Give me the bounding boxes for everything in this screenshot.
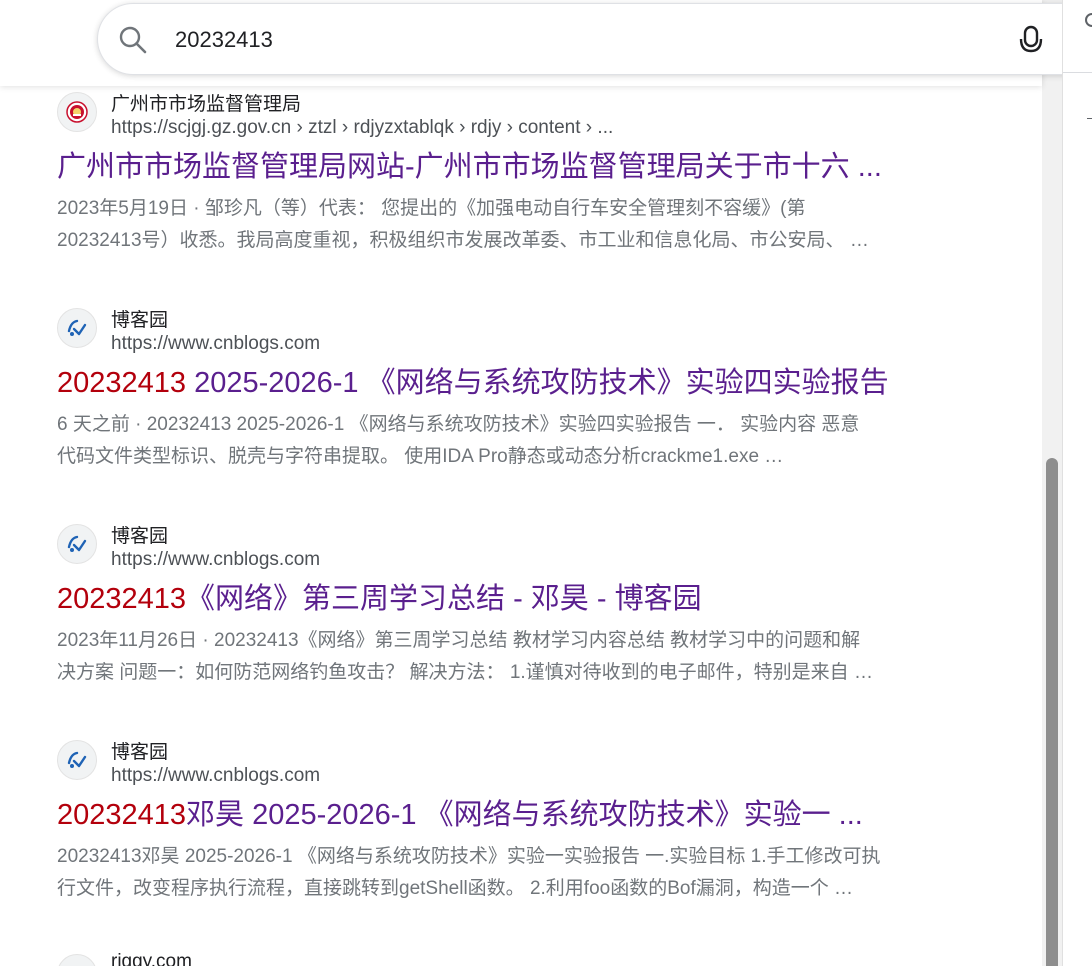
gov-emblem-icon: [57, 92, 97, 132]
result-source[interactable]: 博客园 https://www.cnblogs.com: [57, 738, 987, 794]
snippet-line: 行文件，改变程序执行流程，直接跳转到getShell函数。 2.利用foo函数的…: [57, 878, 853, 899]
search-result: 博客园 https://www.cnblogs.com 20232413邓昊 2…: [57, 738, 987, 905]
snippet-line: 20232413邓昊 2025-2026-1 《网络与系统攻防技术》实验一实验报…: [57, 846, 881, 867]
site-url: https://www.cnblogs.com: [111, 333, 321, 354]
cnblogs-logo-icon: [57, 740, 97, 780]
search-icon[interactable]: [118, 25, 148, 55]
snippet-line: 6 天之前 · 20232413 2025-2026-1 《网络与系统攻防技术》…: [57, 414, 860, 435]
site-name: 博客园: [111, 526, 169, 547]
snippet-line: 2023年11月26日 · 20232413《网络》第三周学习总结 教材学习内容…: [57, 630, 861, 651]
search-header: [0, 0, 1088, 86]
result-source[interactable]: 广州市市场监督管理局 https://scjgj.gz.gov.cn › ztz…: [57, 90, 987, 146]
site-url: https://scjgj.gz.gov.cn › ztzl › rdjyzxt…: [111, 117, 614, 138]
result-title-link[interactable]: 20232413 2025-2026-1 《网络与系统攻防技术》实验四实验报告: [57, 365, 987, 401]
result-snippet: 20232413邓昊 2025-2026-1 《网络与系统攻防技术》实验一实验报…: [57, 841, 977, 905]
site-name: 博客园: [111, 742, 169, 763]
search-results-page: 广州市市场监督管理局 https://scjgj.gz.gov.cn › ztz…: [0, 0, 1092, 966]
result-title-link[interactable]: 20232413邓昊 2025-2026-1 《网络与系统攻防技术》实验一 ..…: [57, 797, 987, 833]
snippet-line: 20232413号）收悉。我局高度重视，积极组织市发展改革委、市工业和信息化局、…: [57, 230, 869, 251]
title-highlight: 20232413: [57, 583, 187, 615]
scrollbar-thumb[interactable]: [1046, 458, 1058, 966]
snippet-line: 决方案 问题一：如何防范网络钓鱼攻击？ 解决方法： 1.谨慎对待收到的电子邮件，…: [57, 662, 873, 683]
search-result: 广州市市场监督管理局 https://scjgj.gz.gov.cn › ztz…: [57, 90, 987, 257]
result-source[interactable]: riggy.com: [57, 951, 987, 966]
cnblogs-logo-icon: [57, 524, 97, 564]
title-text: 邓昊 2025-2026-1 《网络与系统攻防技术》实验一 ...: [186, 799, 863, 831]
snippet-line: 2023年5月19日 · 邹珍凡（等）代表： 您提出的《加强电动自行车安全管理刻…: [57, 198, 806, 219]
site-name: 博客园: [111, 310, 169, 331]
result-source[interactable]: 博客园 https://www.cnblogs.com: [57, 522, 987, 578]
result-source[interactable]: 博客园 https://www.cnblogs.com: [57, 306, 987, 362]
title-text: 2025-2026-1 《网络与系统攻防技术》实验四实验报告: [186, 367, 889, 399]
result-snippet: 2023年5月19日 · 邹珍凡（等）代表： 您提出的《加强电动自行车安全管理刻…: [57, 193, 977, 257]
site-favicon-icon: [57, 954, 97, 966]
scrollbar[interactable]: [1042, 0, 1062, 966]
result-snippet: 2023年11月26日 · 20232413《网络》第三周学习总结 教材学习内容…: [57, 625, 977, 689]
side-panel: [1062, 0, 1092, 966]
site-name: 广州市市场监督管理局: [111, 94, 302, 115]
search-result: 博客园 https://www.cnblogs.com 20232413 202…: [57, 306, 987, 473]
cnblogs-logo-icon: [57, 308, 97, 348]
title-highlight: 20232413: [57, 799, 187, 831]
site-url: https://www.cnblogs.com: [111, 765, 321, 786]
title-highlight: 20232413: [57, 367, 187, 399]
site-url: https://www.cnblogs.com: [111, 549, 321, 570]
site-name: riggy.com: [111, 951, 192, 966]
search-box[interactable]: [97, 3, 1088, 75]
snippet-line: 代码文件类型标识、脱壳与字符串提取。 使用IDA Pro静态或动态分析crack…: [57, 446, 784, 467]
search-result: riggy.com: [57, 951, 987, 966]
result-title-link[interactable]: 20232413《网络》第三周学习总结 - 邓昊 - 博客园: [57, 581, 987, 617]
title-text: 广州市市场监督管理局网站-广州市市场监督管理局关于市十六 ...: [57, 151, 882, 183]
result-title-link[interactable]: 广州市市场监督管理局网站-广州市市场监督管理局关于市十六 ...: [57, 149, 987, 185]
search-result: 博客园 https://www.cnblogs.com 20232413《网络》…: [57, 522, 987, 689]
divider: [1063, 72, 1092, 73]
result-snippet: 6 天之前 · 20232413 2025-2026-1 《网络与系统攻防技术》…: [57, 409, 977, 473]
title-text: 《网络》第三周学习总结 - 邓昊 - 博客园: [186, 583, 702, 615]
search-input[interactable]: [175, 24, 975, 56]
divider: [1087, 118, 1092, 119]
side-search-icon[interactable]: [1083, 12, 1092, 32]
microphone-icon[interactable]: [1018, 24, 1044, 56]
